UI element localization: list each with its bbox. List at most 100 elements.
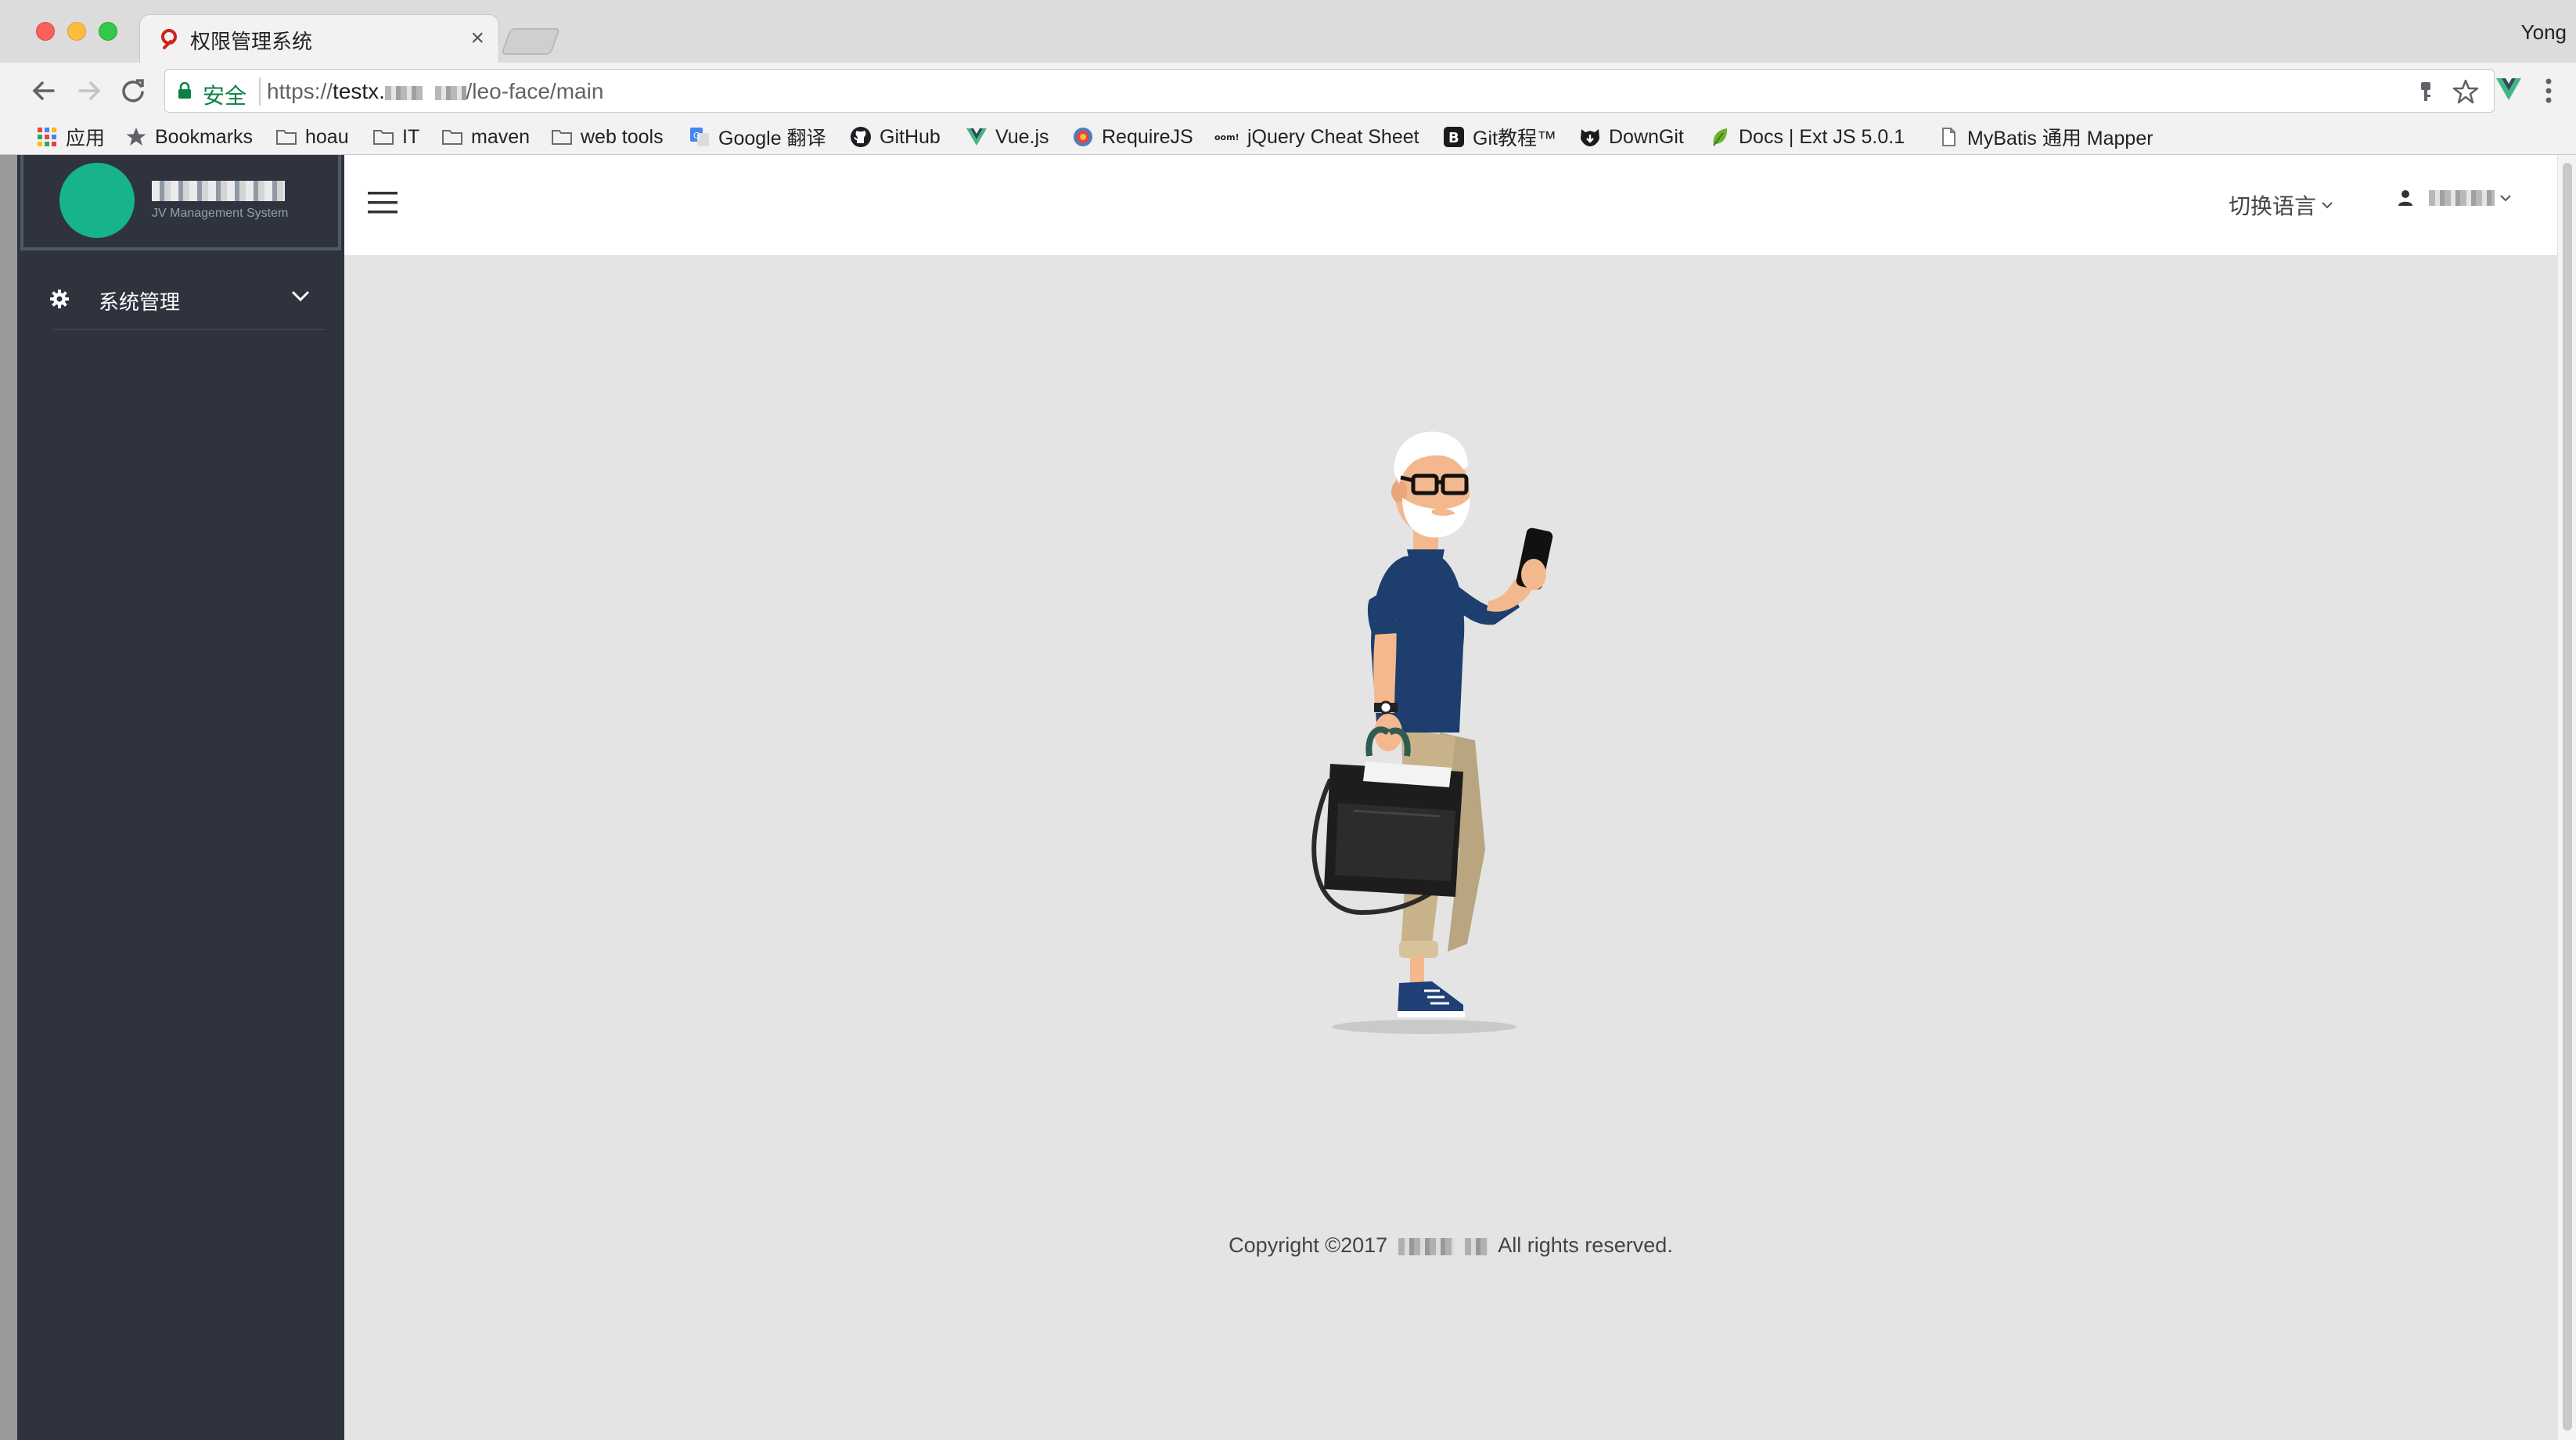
profile-name[interactable]: Yong [2521,20,2567,45]
scrollbar-thumb[interactable] [2563,163,2572,1431]
bookmark-label: RequireJS [1102,125,1193,148]
browser-toolbar: 安全 https://testx. /leo-face/main [0,63,2576,119]
main-content: Copyright ©2017 All rights reserved. [344,255,2557,1440]
bookmark-github[interactable]: GitHub [850,119,941,155]
bookmark-mybatis-mapper[interactable]: MyBatis 通用 Mapper [1937,119,2153,155]
walking-man-illustration [1311,431,1553,1034]
logo-circle [59,163,135,238]
vue-icon [966,128,987,146]
url-prefix: https:// [267,79,333,103]
bookmark-folder-web-tools[interactable]: web tools [551,119,664,155]
bookmark-label: maven [471,125,531,148]
svg-text:B: B [1448,130,1459,146]
bookmark-folder-maven[interactable]: maven [441,119,530,155]
hamburger-menu-icon[interactable] [368,189,398,216]
vue-devtools-icon[interactable] [2495,77,2523,102]
bookmark-folder-it[interactable]: IT [372,119,419,155]
bookmark-requirejs[interactable]: RequireJS [1072,119,1193,155]
bookmark-label: Google 翻译 [718,128,826,149]
reload-icon[interactable] [116,74,150,108]
redacted-username [2429,190,2495,206]
bookmark-label: Bookmarks [155,125,254,148]
bookmark-google-translate[interactable]: G Google 翻译 [689,119,826,155]
bookmark-label: jQuery Cheat Sheet [1247,125,1419,148]
new-tab-button[interactable] [500,28,561,55]
redacted-company [1398,1237,1455,1255]
browser-titlebar: 权限管理系统 × Yong [0,0,2576,63]
bookmark-extjs-docs[interactable]: Docs | Ext JS 5.0.1 [1709,119,1905,155]
bookmark-label: IT [402,125,420,148]
bookmark-label: web tools [581,125,664,148]
secure-label: 安全 [203,84,247,108]
redacted-host-part [434,85,466,100]
sidebar-divider [52,329,326,330]
bookmark-label: hoau [305,125,349,148]
lock-icon [178,82,191,99]
user-icon [2398,190,2412,206]
copyright-prefix: Copyright ©2017 [1229,1233,1388,1257]
url-path: /leo-face/main [466,79,604,103]
folder-icon [373,130,394,145]
sidebar-item-system-management[interactable]: 系统管理 [17,268,344,330]
app-logo[interactable]: JV Management System [20,155,341,250]
redacted-host-part [384,85,423,100]
apps-grid-icon [38,128,56,146]
chevron-down-icon [2322,202,2333,209]
top-header: 切换语言 [344,155,2557,255]
bookmark-label: GitHub [880,125,941,148]
folder-icon [276,130,297,145]
browser-tab-active[interactable]: 权限管理系统 × [139,14,499,63]
bookmark-bookmarks[interactable]: Bookmarks [125,119,253,155]
window-zoom-button[interactable] [99,22,117,41]
app-root: JV Management System 系统管理 切换语言 Copyright… [17,155,2576,1440]
user-menu-dropdown[interactable] [2398,189,2512,207]
google-translate-icon: G [690,128,709,146]
bookmark-jquery-cheat-sheet[interactable]: oom! jQuery Cheat Sheet [1214,119,1419,155]
window-close-button[interactable] [36,22,55,41]
address-bar[interactable]: 安全 https://testx. /leo-face/main [164,69,2495,113]
language-switch-dropdown[interactable]: 切换语言 [2229,189,2333,221]
leaf-icon [1713,128,1728,146]
copyright-suffix: All rights reserved. [1498,1233,1673,1257]
bookmark-vuejs[interactable]: Vue.js [966,119,1049,155]
bookmark-git-tutorial[interactable]: B Git教程™ [1443,119,1556,155]
sidebar: JV Management System 系统管理 [17,155,344,1440]
github-icon [851,127,871,147]
vertical-scrollbar[interactable] [2557,155,2576,1440]
bookmark-downgit[interactable]: DownGit [1579,119,1684,155]
requirejs-icon [1074,128,1092,146]
bookmark-label: Git教程™ [1473,128,1556,149]
forward-arrow-icon[interactable] [72,74,106,108]
bookmark-label: MyBatis 通用 Mapper [1967,128,2153,149]
key-icon[interactable] [2414,79,2437,104]
window-left-edge [0,155,17,1440]
svg-text:oom!: oom! [1214,132,1239,142]
bookmark-folder-hoau[interactable]: hoau [275,119,349,155]
url-host-start: testx. [333,79,385,103]
copyright-text: Copyright ©2017 All rights reserved. [344,1233,2557,1258]
jquery-icon: oom! [1214,132,1239,142]
url-text[interactable]: https://testx. /leo-face/main [267,79,603,104]
logo-title-redacted [152,177,285,203]
sidebar-item-label: 系统管理 [99,290,181,314]
star-icon [126,128,146,146]
redacted-company [1465,1237,1489,1255]
svg-text:G: G [693,131,700,141]
folder-icon [442,130,462,145]
bookmark-label: Vue.js [995,125,1049,148]
gear-icon [50,290,69,308]
bookmarks-bar: 应用 Bookmarks hoau IT maven web tools G G… [0,119,2576,155]
window-minimize-button[interactable] [67,22,86,41]
browser-window: { "browser": { "tab_title": "权限管理系统", "t… [0,0,2576,1440]
language-switch-label: 切换语言 [2229,194,2317,218]
bootstrap-b-icon: B [1444,127,1464,147]
downgit-icon [1581,129,1599,146]
bookmark-star-icon[interactable] [2452,77,2480,106]
bookmark-apps[interactable]: 应用 [36,119,105,155]
logo-subtitle: JV Management System [152,207,289,220]
tab-title: 权限管理系统 [190,30,313,53]
tab-close-icon[interactable]: × [470,23,484,54]
bookmark-label: Docs | Ext JS 5.0.1 [1739,125,1905,148]
back-arrow-icon[interactable] [27,74,61,108]
kebab-menu-icon[interactable] [2542,75,2556,106]
